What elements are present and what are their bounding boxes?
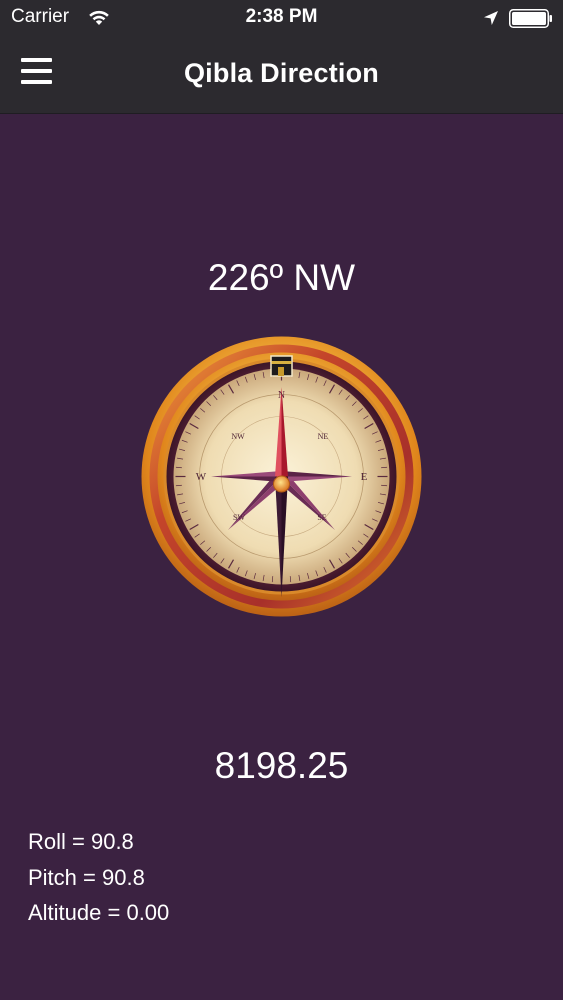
intercardinal-ne: NE xyxy=(318,432,329,441)
location-arrow-icon xyxy=(484,11,498,25)
altitude-readout: Altitude = 0.00 xyxy=(28,900,170,925)
kaaba-icon xyxy=(270,355,293,377)
status-bar: Carrier 2:38 PM xyxy=(0,0,563,36)
roll-readout: Roll = 90.8 xyxy=(28,829,134,854)
sensor-readings: Roll = 90.8 Pitch = 90.8 Altitude = 0.00 xyxy=(28,824,169,931)
intercardinal-se: SE xyxy=(317,513,326,522)
cardinal-n: N xyxy=(278,390,285,401)
qibla-screen: Carrier 2:38 PM Qibla Direction 226º NW … xyxy=(0,0,563,1000)
pitch-readout: Pitch = 90.8 xyxy=(28,864,145,890)
cardinal-e: E xyxy=(361,471,368,483)
distance-readout: 8198.25 xyxy=(214,745,349,786)
page-title: Qibla Direction xyxy=(183,58,380,88)
top-bar: Carrier 2:38 PM Qibla Direction xyxy=(0,0,563,114)
battery-icon xyxy=(509,9,552,28)
compass-hub xyxy=(273,475,290,493)
cardinal-w: W xyxy=(196,471,207,483)
intercardinal-sw: SW xyxy=(233,513,245,522)
compass-dial: N E W NW NE SW SE xyxy=(141,336,422,617)
nav-bar: Qibla Direction xyxy=(0,36,563,113)
intercardinal-nw: NW xyxy=(231,432,245,441)
status-time: 2:38 PM xyxy=(245,6,318,27)
heading-readout: 226º NW xyxy=(207,257,356,298)
